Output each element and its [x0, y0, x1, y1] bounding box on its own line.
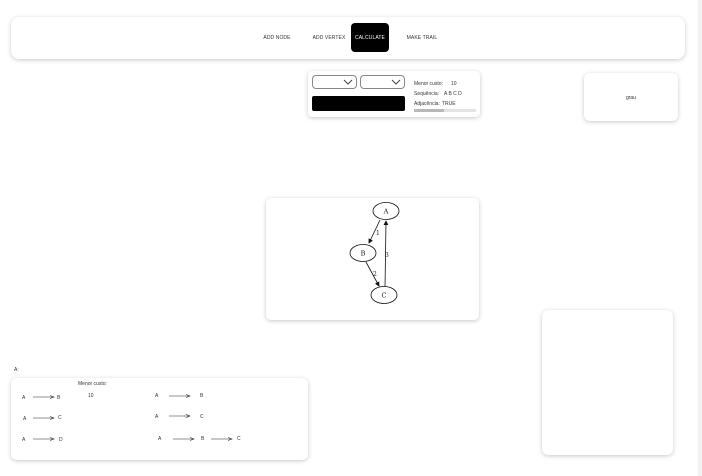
graph-canvas[interactable]: 1 2 3 A B C: [266, 198, 479, 320]
path-node: A: [23, 416, 27, 422]
path-node: B: [200, 393, 204, 399]
arrow-right-icon: [33, 395, 55, 399]
page-scrollbar[interactable]: [698, 0, 702, 476]
make-trail-button[interactable]: MAKE TRAIL: [394, 23, 450, 52]
edge-weight-c-a: 3: [385, 252, 389, 259]
calculation-panel: Menor custo: 10 Sequência: A B C D Adjac…: [308, 71, 480, 117]
graph-node-b[interactable]: B: [349, 244, 377, 262]
paths-cost-label: Menor custo:: [78, 381, 107, 387]
path-node: B: [201, 436, 205, 442]
arrow-right-icon: [169, 414, 191, 418]
edge-weight-b-c: 2: [373, 271, 377, 278]
arrow-right-icon: [33, 416, 55, 420]
chevron-down-icon: [391, 79, 401, 85]
calculate-button[interactable]: CALCULATE: [351, 23, 389, 52]
path-node: A: [158, 436, 162, 442]
edge-weight-a-b: 1: [376, 230, 380, 237]
degree-label: grau: [625, 95, 636, 101]
progress-bar: [414, 109, 476, 112]
arrow-right-icon: [173, 437, 195, 441]
from-node-select[interactable]: [312, 75, 357, 89]
path-node: C: [58, 415, 62, 421]
path-node: C: [200, 414, 204, 420]
degree-card: grau: [584, 73, 678, 121]
to-node-select[interactable]: [360, 75, 405, 89]
path-node: B: [57, 395, 61, 401]
paths-cost-value: 10: [88, 393, 94, 399]
add-vertex-button[interactable]: ADD VERTEX: [301, 23, 357, 52]
min-cost-value: 10: [451, 81, 457, 87]
calculate-action-bar[interactable]: [312, 96, 405, 111]
output-card: [542, 310, 673, 455]
min-cost-label: Menor custo:: [414, 81, 443, 87]
node-label-c: C: [382, 292, 387, 300]
path-node: A: [155, 414, 159, 420]
path-node: C: [237, 436, 241, 442]
sequence-value: A B C D: [444, 91, 462, 97]
graph-node-c[interactable]: C: [370, 286, 398, 304]
paths-card: Menor custo: 10 A B A C A D A B A C A B …: [11, 378, 308, 460]
graph-node-a[interactable]: A: [372, 202, 400, 220]
chevron-down-icon: [343, 79, 353, 85]
graph-canvas-card: 1 2 3 A B C: [266, 198, 479, 320]
top-navbar: ADD NODE ADD VERTEX CALCULATE MAKE TRAIL: [11, 17, 685, 59]
node-label-b: B: [361, 250, 366, 258]
paths-title: A:: [14, 367, 19, 373]
path-node: D: [59, 437, 63, 443]
sequence-label: Sequência:: [414, 91, 440, 97]
path-node: A: [155, 393, 159, 399]
arrow-right-icon: [211, 437, 233, 441]
path-node: A: [22, 395, 26, 401]
arrow-right-icon: [169, 394, 191, 398]
add-node-button[interactable]: ADD NODE: [247, 23, 307, 52]
adjacency-label: Adjacência:: [414, 101, 440, 107]
progress-fill: [414, 109, 444, 112]
adjacency-value: TRUE: [442, 101, 456, 107]
arrow-right-icon: [33, 437, 55, 441]
node-label-a: A: [383, 208, 389, 216]
path-node: A: [22, 437, 26, 443]
